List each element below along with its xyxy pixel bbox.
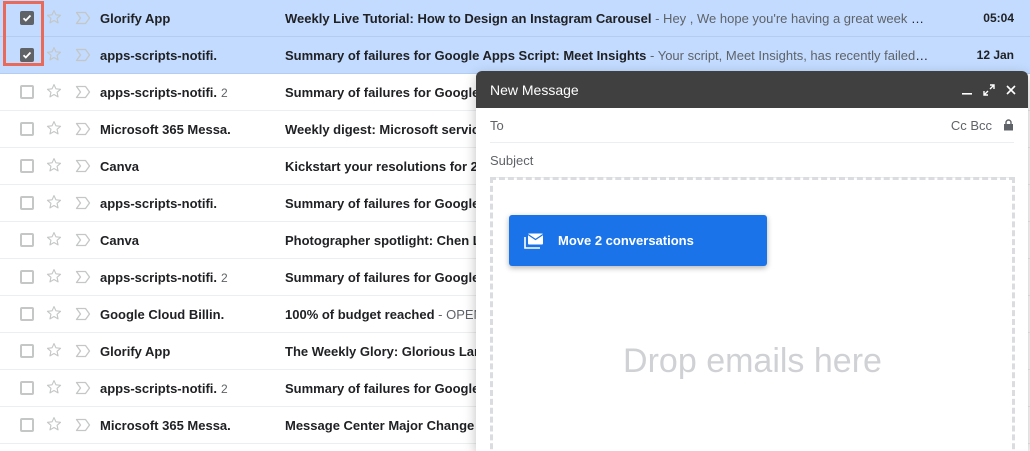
sender-name: Microsoft 365 Messa. [100, 407, 280, 445]
star-outline-icon[interactable] [45, 415, 63, 433]
email-subject: Summary of failures for Google [285, 270, 480, 285]
importance-marker-icon[interactable] [75, 344, 91, 358]
row-checkbox[interactable] [20, 11, 34, 25]
sender-name: Glorify App [100, 333, 280, 371]
sender-label: apps-scripts-notifi. [100, 381, 218, 396]
row-checkbox[interactable] [20, 159, 34, 173]
row-checkbox[interactable] [20, 418, 34, 432]
expand-icon[interactable] [978, 79, 1000, 101]
importance-marker-icon[interactable] [75, 196, 91, 210]
sender-label: apps-scripts-notifi. [100, 48, 218, 63]
importance-marker-icon[interactable] [75, 48, 91, 62]
move-conversations-label: Move 2 conversations [558, 233, 694, 248]
sender-name: Glorify App [100, 0, 280, 38]
sender-name: apps-scripts-notifi. 2 [100, 74, 280, 112]
drop-zone-text: Drop emails here [623, 342, 882, 380]
email-subject: Weekly Live Tutorial: How to Design an I… [285, 11, 652, 26]
importance-marker-icon[interactable] [75, 418, 91, 432]
sender-name: Canva [100, 148, 280, 186]
sender-label: Canva [100, 159, 140, 174]
minimize-icon[interactable] [956, 79, 978, 101]
star-outline-icon[interactable] [45, 119, 63, 137]
email-subject: Kickstart your resolutions for 20 [285, 159, 486, 174]
row-checkbox[interactable] [20, 233, 34, 247]
importance-marker-icon[interactable] [75, 270, 91, 284]
to-label: To [490, 117, 504, 133]
importance-marker-icon[interactable] [75, 11, 91, 25]
compose-title: New Message [490, 81, 579, 98]
subject-label: Subject [490, 152, 534, 168]
importance-marker-icon[interactable] [75, 307, 91, 321]
email-subject: Summary of failures for Google Apps Scri… [285, 48, 647, 63]
sender-label: Canva [100, 233, 140, 248]
envelope-stack-icon [524, 233, 544, 249]
row-checkbox[interactable] [20, 307, 34, 321]
email-subject-line: Weekly Live Tutorial: How to Design an I… [285, 0, 930, 37]
email-date: 12 Jan [976, 48, 1014, 62]
star-outline-icon[interactable] [45, 378, 63, 396]
star-outline-icon[interactable] [45, 45, 63, 63]
email-snippet: - Hey , We hope you're having a great we… [651, 11, 930, 26]
sender-name: Google Cloud Billin. [100, 296, 280, 334]
sender-label: apps-scripts-notifi. [100, 270, 218, 285]
sender-label: apps-scripts-notifi. [100, 196, 218, 211]
star-outline-icon[interactable] [45, 341, 63, 359]
sender-label: apps-scripts-notifi. [100, 85, 218, 100]
thread-count: 2 [221, 86, 228, 100]
email-subject: Summary of failures for Google [285, 196, 480, 211]
row-checkbox[interactable] [20, 344, 34, 358]
row-checkbox[interactable] [20, 48, 34, 62]
sender-name: apps-scripts-notifi. 2 [100, 370, 280, 408]
sender-label: Microsoft 365 Messa. [100, 418, 231, 433]
sender-name: Canva [100, 222, 280, 260]
email-date: 05:04 [983, 11, 1014, 25]
star-outline-icon[interactable] [45, 193, 63, 211]
cc-bcc-link[interactable]: Cc Bcc [951, 118, 992, 133]
email-subject: 100% of budget reached [285, 307, 435, 322]
importance-marker-icon[interactable] [75, 159, 91, 173]
row-checkbox[interactable] [20, 381, 34, 395]
row-checkbox[interactable] [20, 196, 34, 210]
subject-field[interactable]: Subject [490, 143, 1014, 178]
move-conversations-drag-chip[interactable]: Move 2 conversations [509, 215, 767, 266]
star-outline-icon[interactable] [45, 267, 63, 285]
star-outline-icon[interactable] [45, 230, 63, 248]
email-row[interactable]: Glorify App Weekly Live Tutorial: How to … [0, 0, 1030, 37]
email-subject: Summary of failures for Google [285, 85, 480, 100]
importance-marker-icon[interactable] [75, 233, 91, 247]
email-subject: Message Center Major Change U [285, 418, 488, 433]
lock-icon [1003, 119, 1014, 134]
to-field[interactable]: To Cc Bcc [490, 108, 1014, 143]
email-snippet: - Your script, Meet Insights, has recent… [646, 48, 930, 63]
thread-count: 2 [221, 382, 228, 396]
sender-label: Glorify App [100, 11, 171, 26]
row-checkbox[interactable] [20, 85, 34, 99]
importance-marker-icon[interactable] [75, 85, 91, 99]
sender-label: Microsoft 365 Messa. [100, 122, 231, 137]
sender-label: Google Cloud Billin. [100, 307, 225, 322]
importance-marker-icon[interactable] [75, 122, 91, 136]
row-checkbox[interactable] [20, 270, 34, 284]
sender-name: Microsoft 365 Messa. [100, 111, 280, 149]
sender-name: apps-scripts-notifi. 2 [100, 259, 280, 297]
email-subject-line: Summary of failures for Google Apps Scri… [285, 37, 930, 74]
close-icon[interactable] [1000, 79, 1022, 101]
email-subject: Summary of failures for Google [285, 381, 480, 396]
sender-name: apps-scripts-notifi. [100, 185, 280, 223]
email-subject: Weekly digest: Microsoft service [285, 122, 487, 137]
compose-header[interactable]: New Message [476, 71, 1028, 108]
sender-label: Glorify App [100, 344, 171, 359]
star-outline-icon[interactable] [45, 82, 63, 100]
importance-marker-icon[interactable] [75, 381, 91, 395]
row-checkbox[interactable] [20, 122, 34, 136]
email-subject: The Weekly Glory: Glorious Land [285, 344, 490, 359]
email-row[interactable]: apps-scripts-notifi. Summary of failures … [0, 37, 1030, 74]
thread-count: 2 [221, 271, 228, 285]
star-outline-icon[interactable] [45, 8, 63, 26]
email-subject: Photographer spotlight: Chen Li [285, 233, 485, 248]
star-outline-icon[interactable] [45, 156, 63, 174]
star-outline-icon[interactable] [45, 304, 63, 322]
sender-name: apps-scripts-notifi. [100, 37, 280, 75]
